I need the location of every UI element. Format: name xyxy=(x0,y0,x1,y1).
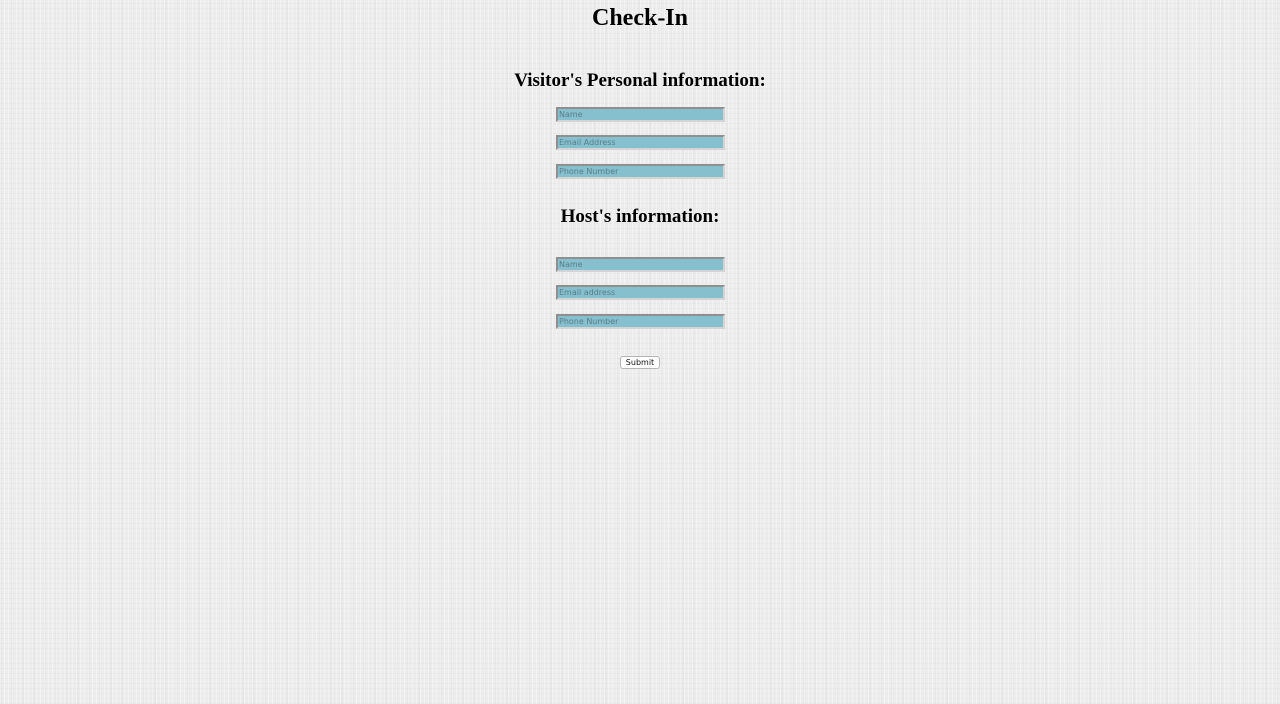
page-title: Check-In xyxy=(591,5,688,31)
host-name-field[interactable] xyxy=(556,257,725,272)
visitor-section-heading: Visitor's Personal information: xyxy=(514,70,766,91)
host-phone-field[interactable] xyxy=(556,314,725,329)
check-in-page: Check-In Visitor's Personal information:… xyxy=(0,0,1280,704)
host-section-heading: Host's information: xyxy=(560,206,720,227)
host-email-field[interactable] xyxy=(556,285,725,300)
visitor-email-field[interactable] xyxy=(556,135,725,150)
visitor-name-field[interactable] xyxy=(556,107,725,122)
submit-button[interactable]: Submit xyxy=(620,356,660,369)
visitor-phone-field[interactable] xyxy=(556,164,725,179)
